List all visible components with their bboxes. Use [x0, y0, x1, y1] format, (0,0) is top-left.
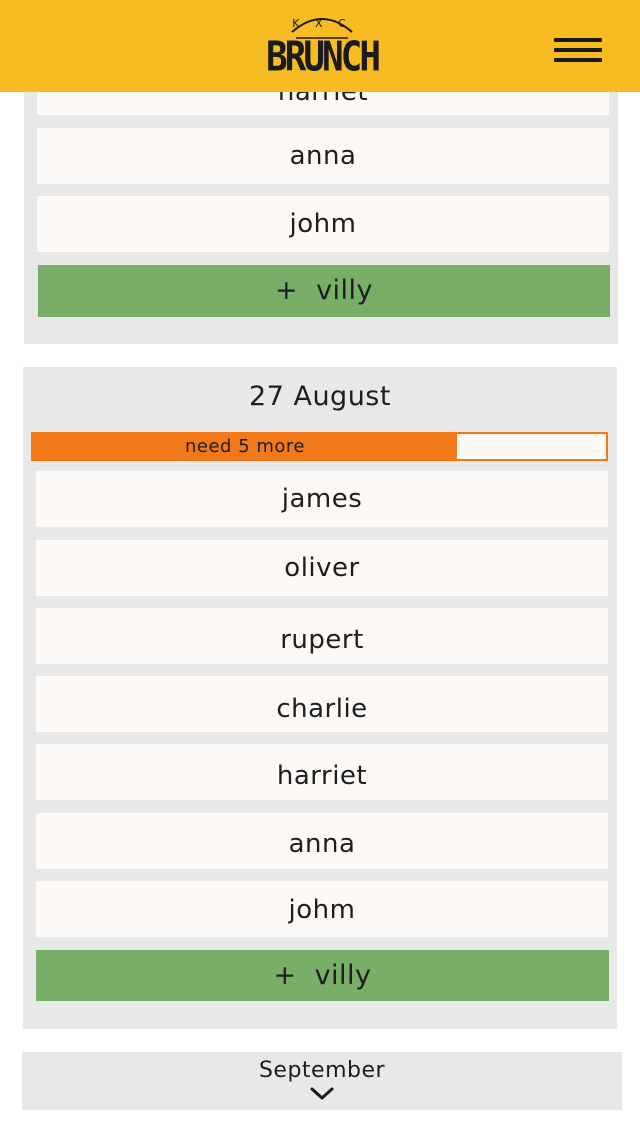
attendee-row[interactable]: james: [36, 471, 608, 527]
plus-icon: +: [274, 275, 299, 306]
attendee-row[interactable]: rupert: [36, 608, 608, 664]
add-attendee-label: villy: [316, 275, 374, 306]
date-card-27-august: 27 August need 5 more james oliver ruper…: [23, 367, 617, 1029]
chevron-down-icon: [310, 1087, 334, 1100]
date-title: 27 August: [249, 381, 391, 412]
attendee-row[interactable]: anna: [36, 813, 608, 869]
brunch-logo[interactable]: K X C BRUNCH: [264, 8, 381, 86]
add-attendee-button[interactable]: + villy: [38, 265, 610, 317]
logo-brunch-text: BRUNCH: [265, 33, 381, 81]
add-attendee-button[interactable]: + villy: [36, 950, 609, 1001]
plus-icon: +: [273, 960, 297, 991]
attendee-row[interactable]: johm: [37, 196, 609, 252]
logo-kxc-text: K X C: [292, 17, 352, 30]
month-section-september[interactable]: September: [22, 1052, 622, 1110]
attendance-progress-bar: need 5 more: [31, 432, 608, 461]
app-header: K X C BRUNCH: [0, 0, 640, 92]
month-label: September: [258, 1058, 386, 1083]
attendee-row[interactable]: oliver: [36, 540, 608, 596]
progress-label: need 5 more: [185, 436, 306, 457]
hamburger-menu-icon[interactable]: [551, 34, 605, 66]
attendee-row[interactable]: johm: [36, 881, 608, 937]
add-attendee-label: villy: [314, 960, 372, 991]
attendee-row[interactable]: harriet: [36, 744, 608, 800]
attendee-row[interactable]: charlie: [36, 676, 608, 732]
attendee-row[interactable]: anna: [37, 128, 609, 184]
